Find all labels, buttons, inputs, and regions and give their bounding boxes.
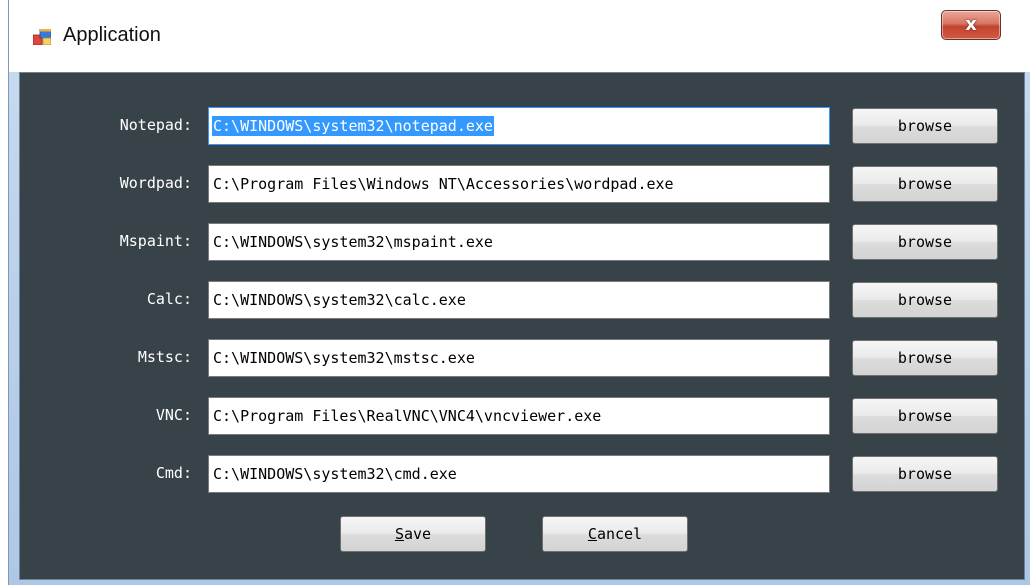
app-row-mstsc: Mstsc: browse	[20, 339, 1024, 377]
calc-browse-button[interactable]: browse	[852, 282, 998, 318]
window-title: Application	[63, 24, 161, 46]
application-window-icon	[33, 29, 51, 45]
vnc-browse-button[interactable]: browse	[852, 398, 998, 434]
calc-label: Calc:	[146, 290, 192, 308]
cmd-browse-button[interactable]: browse	[852, 456, 998, 492]
mstsc-browse-button[interactable]: browse	[852, 340, 998, 376]
cmd-path-input[interactable]	[208, 455, 830, 493]
save-mnemonic: S	[394, 525, 404, 543]
cancel-label-rest: ancel	[596, 525, 643, 543]
vnc-label: VNC:	[155, 406, 192, 424]
notepad-path-input[interactable]	[208, 107, 830, 145]
mstsc-path-input[interactable]	[208, 339, 830, 377]
cancel-button[interactable]: Cancel	[542, 516, 688, 552]
app-row-calc: Calc: browse	[20, 281, 1024, 319]
close-button[interactable]: x	[941, 10, 1001, 40]
wordpad-label: Wordpad:	[119, 174, 192, 192]
save-label-rest: ave	[403, 525, 432, 543]
notepad-browse-button[interactable]: browse	[852, 108, 998, 144]
mspaint-label: Mspaint:	[119, 232, 192, 250]
calc-path-input[interactable]	[208, 281, 830, 319]
app-row-notepad: Notepad: C:\WINDOWS\system32\notepad.exe…	[20, 107, 1024, 145]
application-window: Application x Notepad: C:\WINDOWS\system…	[8, 0, 1030, 585]
notepad-label: Notepad:	[119, 116, 192, 134]
vnc-path-input[interactable]	[208, 397, 830, 435]
save-button[interactable]: Save	[340, 516, 486, 552]
app-row-vnc: VNC: browse	[20, 397, 1024, 435]
cmd-label: Cmd:	[155, 464, 192, 482]
title-bar[interactable]: Application x	[9, 0, 1030, 72]
mspaint-browse-button[interactable]: browse	[852, 224, 998, 260]
app-row-mspaint: Mspaint: browse	[20, 223, 1024, 261]
mstsc-label: Mstsc:	[137, 348, 192, 366]
cancel-mnemonic: C	[587, 525, 597, 543]
close-icon: x	[965, 14, 977, 35]
settings-panel: Notepad: C:\WINDOWS\system32\notepad.exe…	[19, 72, 1025, 580]
app-row-wordpad: Wordpad: browse	[20, 165, 1024, 203]
wordpad-browse-button[interactable]: browse	[852, 166, 998, 202]
wordpad-path-input[interactable]	[208, 165, 830, 203]
app-row-cmd: Cmd: browse	[20, 455, 1024, 493]
mspaint-path-input[interactable]	[208, 223, 830, 261]
